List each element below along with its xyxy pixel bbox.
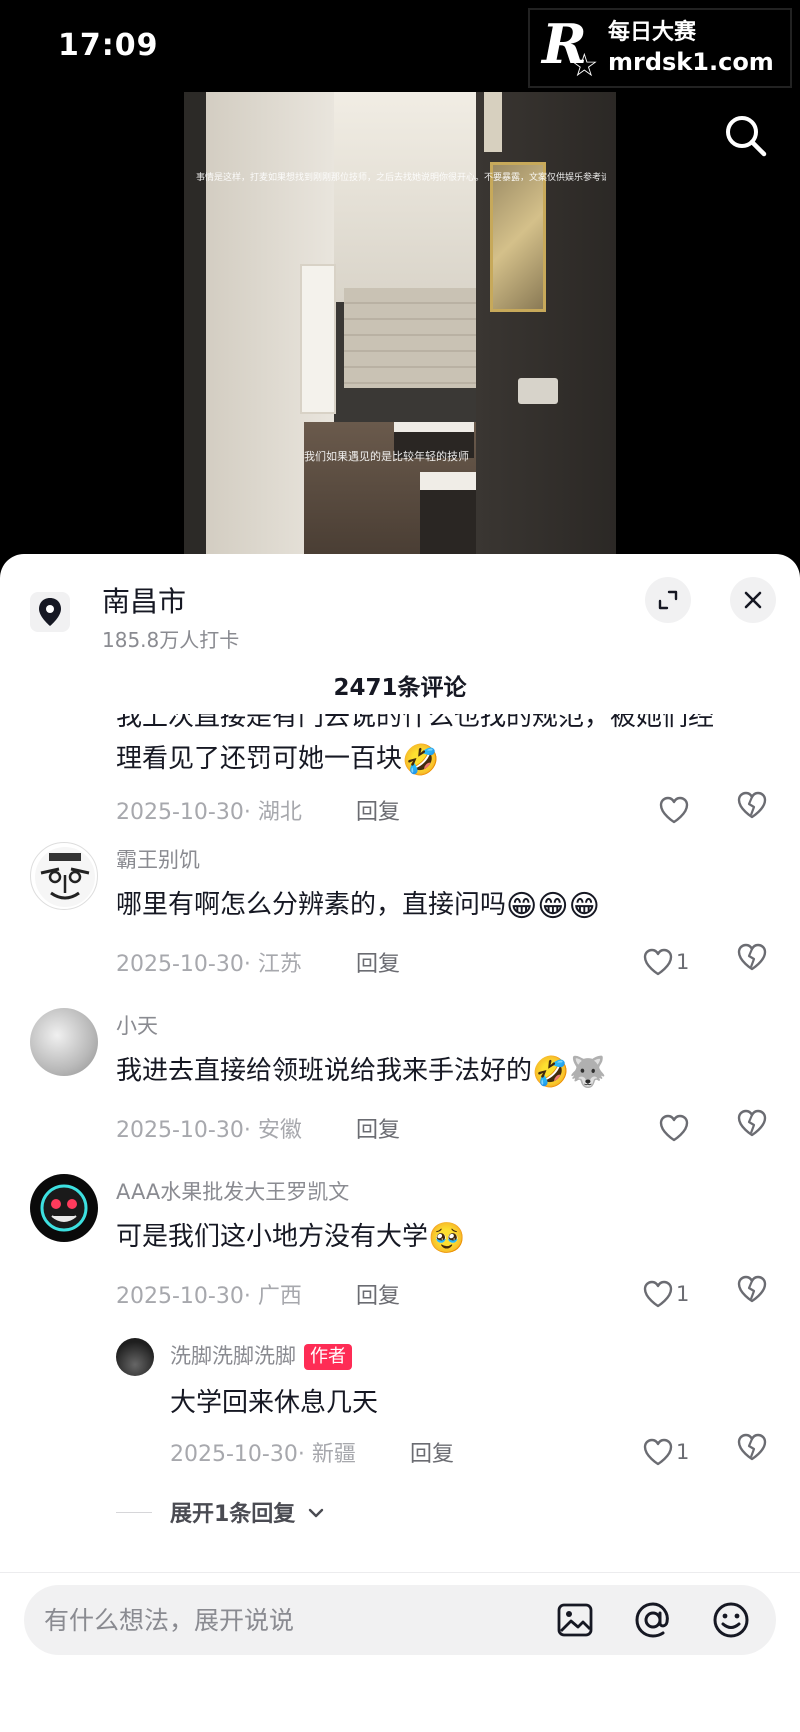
heart-icon — [659, 1114, 689, 1142]
broken-heart-icon — [737, 1275, 767, 1303]
location-checkins: 185.8万人打卡 — [102, 628, 240, 652]
comment-date-location: 2025-10-30· 安徽 — [116, 1118, 302, 1143]
comment-body: 大学回来休息几天 — [170, 1388, 379, 1418]
expand-replies-label: 展开1条回复 — [170, 1502, 296, 1527]
image-button[interactable] — [554, 1599, 596, 1641]
heart-icon — [643, 1438, 673, 1466]
like-count: 1 — [676, 1282, 690, 1306]
dislike-button[interactable] — [736, 942, 776, 982]
comment-date-location: 2025-10-30· 湖北 — [116, 800, 302, 825]
chevron-down-icon — [308, 1508, 324, 1518]
video-caption-subtitle: 我们如果遇见的是比较年轻的技师 — [304, 450, 469, 463]
watermark-line1: 每日大赛 — [608, 20, 697, 45]
comment-username[interactable]: 小天 — [116, 1010, 158, 1040]
at-sign-icon — [635, 1602, 669, 1638]
watermark: R ☆ 每日大赛 mrdsk1.com — [528, 8, 792, 88]
heart-icon — [659, 796, 689, 824]
reply-button[interactable]: 回复 — [356, 946, 400, 978]
expand-icon — [658, 590, 678, 610]
dislike-button[interactable] — [736, 1108, 776, 1148]
reply-button[interactable]: 回复 — [410, 1436, 454, 1468]
broken-heart-icon — [737, 943, 767, 971]
location-pin-icon — [30, 592, 70, 632]
comment-list[interactable]: 我上次直接是有门去说的什么也找的规范，被她们经 理看见了还罚可她一百块🤣 202… — [0, 714, 800, 1536]
star-icon: ☆ — [570, 46, 599, 84]
broken-heart-icon — [737, 791, 767, 819]
like-button[interactable] — [658, 790, 718, 830]
comment-count-title: 2471条评论 — [333, 675, 467, 701]
comment-text: 理看见了还罚可她一百块🤣 — [116, 738, 439, 776]
broken-heart-icon — [737, 1109, 767, 1137]
comment-body: 我进去直接给领班说给我来手法好的 — [116, 1056, 533, 1086]
reply-username-row: 洗脚洗脚洗脚 作者 — [170, 1340, 352, 1370]
comment-text-line1: 我上次直接是有门去说的什么也找的规范，被她们经 — [116, 714, 715, 732]
comment-username[interactable]: 洗脚洗脚洗脚 — [170, 1344, 296, 1368]
image-icon — [557, 1603, 593, 1637]
like-button[interactable]: 1 — [642, 1274, 702, 1314]
location-name[interactable]: 南昌市 — [102, 580, 186, 620]
emoji-button[interactable] — [710, 1599, 752, 1641]
video-player[interactable]: 事情是这样，打麦如果想找到刚刚那位技师，之后去找她说明你很开心。不要暴露，文案仅… — [184, 92, 616, 554]
smiley-icon — [713, 1602, 749, 1638]
like-button[interactable]: 1 — [642, 942, 702, 982]
mention-button[interactable] — [632, 1599, 674, 1641]
like-button[interactable] — [658, 1108, 718, 1148]
reply-button[interactable]: 回复 — [356, 794, 400, 826]
comment-username[interactable]: 霸王别饥 — [116, 844, 200, 874]
like-count: 1 — [676, 950, 690, 974]
comment-text: 哪里有啊怎么分辨素的，直接问吗😁😁😁 — [116, 884, 600, 922]
emoji-icon: 😁😁😁 — [506, 889, 600, 924]
reply-button[interactable]: 回复 — [356, 1278, 400, 1310]
comment-username[interactable]: AAA水果批发大王罗凯文 — [116, 1176, 349, 1206]
heart-icon — [643, 1280, 673, 1308]
divider — [116, 1512, 152, 1513]
expand-button[interactable] — [645, 577, 691, 623]
watermark-logo: R ☆ — [540, 12, 602, 84]
video-caption-top: 事情是这样，打麦如果想找到刚刚那位技师，之后去找她说明你很开心。不要暴露，文案仅… — [196, 173, 606, 183]
avatar[interactable] — [116, 1338, 154, 1376]
close-button[interactable] — [730, 577, 776, 623]
broken-heart-icon — [737, 1433, 767, 1461]
like-count: 1 — [676, 1440, 690, 1464]
comment-text: 可是我们这小地方没有大学🥹 — [116, 1216, 465, 1254]
comment-date-location: 2025-10-30· 江苏 — [116, 952, 302, 977]
avatar[interactable] — [30, 842, 98, 910]
close-icon — [744, 591, 762, 609]
comment-date-location: 2025-10-30· 新疆 — [170, 1442, 356, 1467]
status-time: 17:09 — [58, 28, 159, 63]
comment-sheet: 南昌市 185.8万人打卡 2471条评论 我上次直接是有门去说的什么也找的规范… — [0, 554, 800, 1732]
comment-input-bar — [0, 1572, 800, 1732]
emoji-icon: 🥹 — [428, 1221, 466, 1256]
comment-date-location: 2025-10-30· 广西 — [116, 1284, 302, 1309]
heart-icon — [643, 948, 673, 976]
watermark-line2: mrdsk1.com — [608, 48, 774, 76]
emoji-icon: 🤣 — [402, 743, 440, 778]
search-icon — [726, 116, 767, 157]
dislike-button[interactable] — [736, 790, 776, 830]
comment-text: 我进去直接给领班说给我来手法好的🤣🐺 — [116, 1050, 607, 1088]
dislike-button[interactable] — [736, 1432, 776, 1472]
author-badge: 作者 — [304, 1344, 352, 1370]
like-button[interactable]: 1 — [642, 1432, 702, 1472]
avatar[interactable] — [30, 1008, 98, 1076]
comment-body: 可是我们这小地方没有大学 — [116, 1222, 429, 1252]
comment-body: 哪里有啊怎么分辨素的，直接问吗 — [116, 890, 507, 920]
dislike-button[interactable] — [736, 1274, 776, 1314]
comment-text-line2: 理看见了还罚可她一百块 — [116, 744, 403, 774]
comment-input[interactable] — [44, 1599, 514, 1641]
search-button[interactable] — [722, 112, 770, 160]
reply-button[interactable]: 回复 — [356, 1112, 400, 1144]
emoji-icon: 🤣🐺 — [532, 1055, 607, 1090]
avatar[interactable] — [30, 1174, 98, 1242]
comment-input-container[interactable] — [24, 1585, 776, 1655]
expand-replies-button[interactable]: 展开1条回复 — [170, 1496, 325, 1528]
